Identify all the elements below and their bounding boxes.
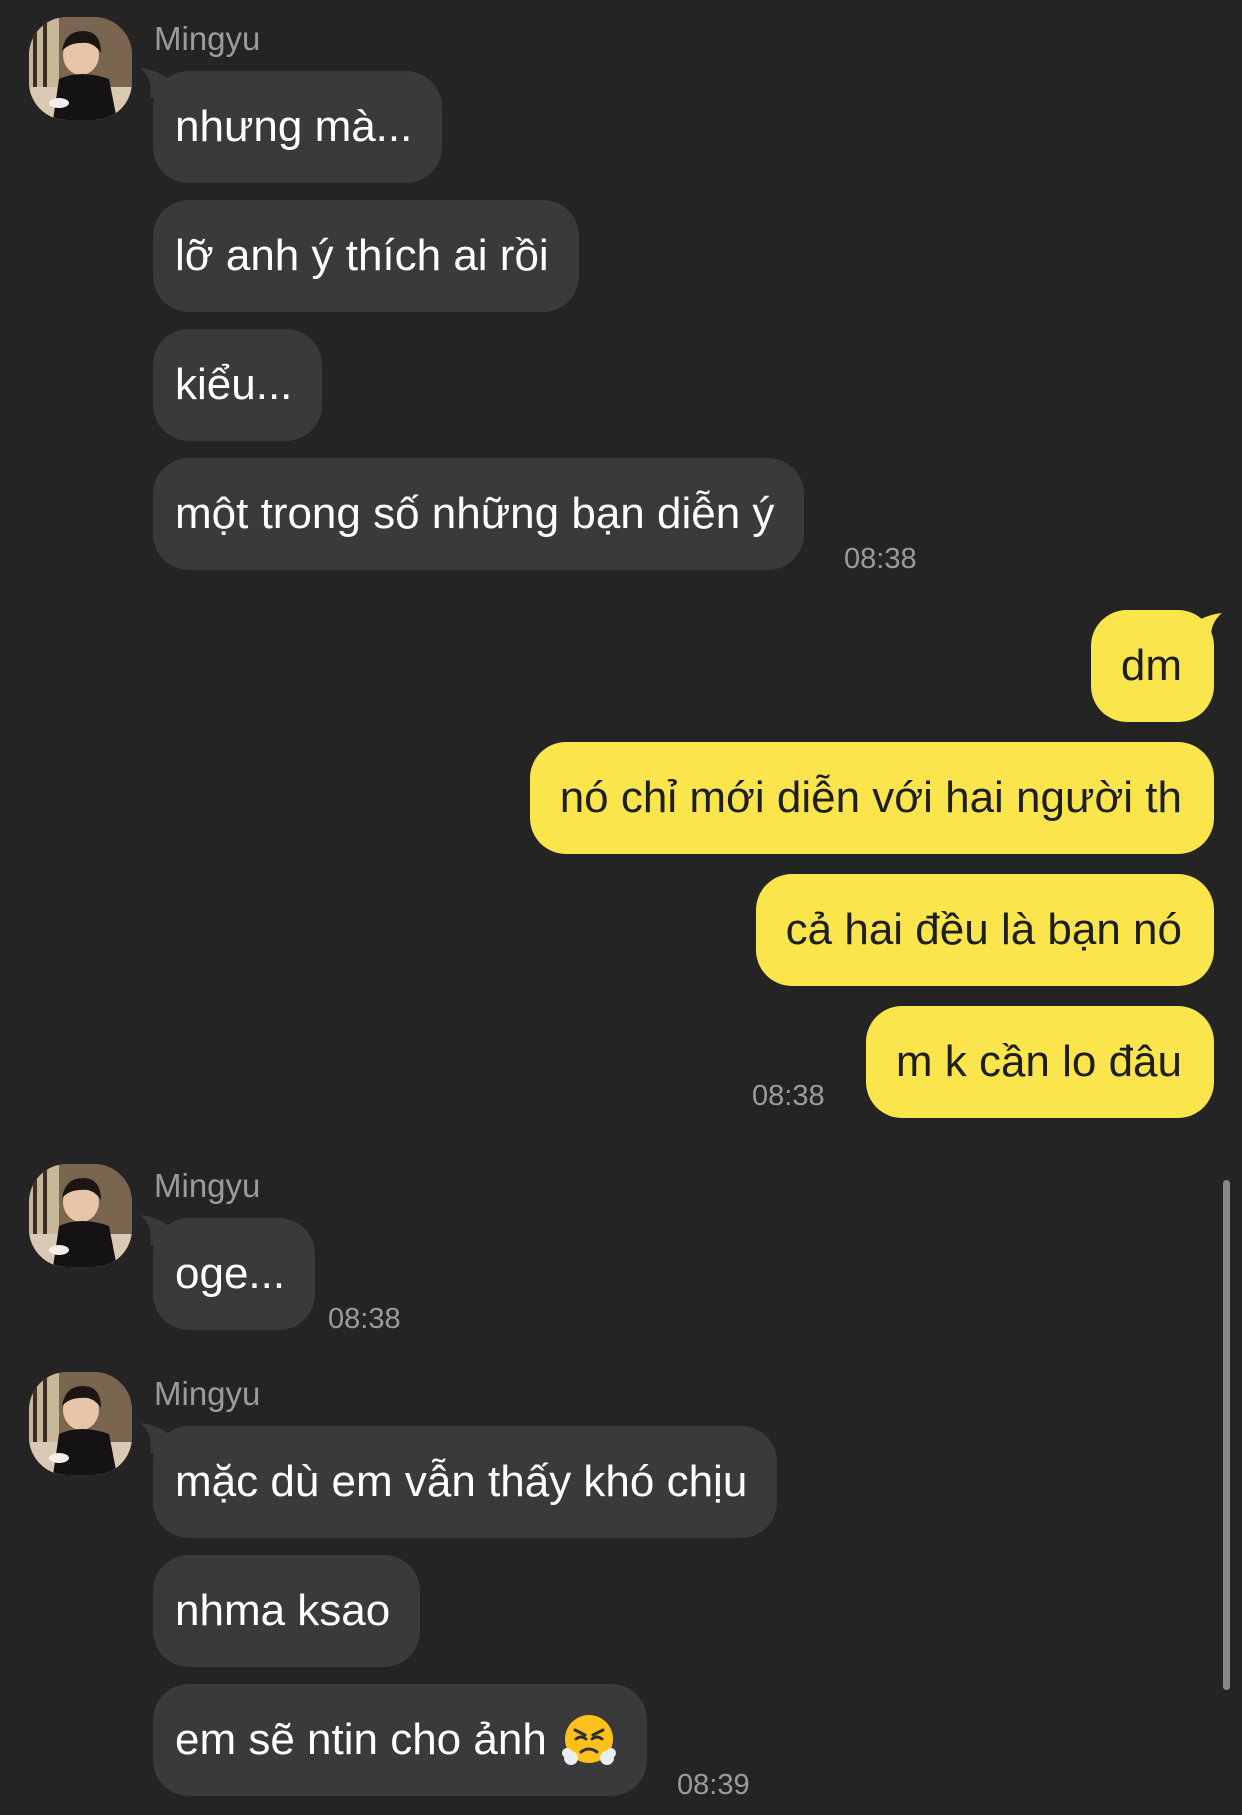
face-with-steam-from-nose-icon [561, 1712, 617, 1768]
message-text: một trong số những bạn diễn ý [175, 489, 775, 538]
profile-photo-icon [29, 1164, 132, 1267]
message-text: lỡ anh ý thích ai rồi [175, 231, 549, 280]
avatar[interactable] [29, 1372, 132, 1475]
sender-name: Mingyu [154, 1167, 261, 1204]
message-time: 08:39 [677, 1769, 750, 1801]
profile-photo-icon [29, 1372, 132, 1475]
message-text: cả hai đều là bạn nó [785, 905, 1182, 954]
scrollbar[interactable] [1223, 1180, 1230, 1690]
avatar[interactable] [29, 1164, 132, 1267]
message-text: dm [1120, 641, 1182, 690]
message-time: 08:38 [752, 1080, 825, 1112]
sender-name: Mingyu [154, 1375, 261, 1412]
message-bubble[interactable]: oge... [153, 1218, 316, 1330]
message-bubble[interactable]: m k cần lo đâu [865, 1006, 1214, 1118]
message-text: mặc dù em vẫn thấy khó chịu [175, 1457, 748, 1506]
message-text: kiểu... [175, 360, 293, 409]
message-text: nhma ksao [175, 1586, 391, 1635]
message-time: 08:38 [328, 1303, 401, 1335]
message-bubble[interactable]: nhưng mà... [153, 71, 443, 183]
message-text: oge... [175, 1249, 286, 1298]
sender-name: Mingyu [154, 20, 261, 57]
message-bubble[interactable]: lỡ anh ý thích ai rồi [153, 200, 579, 312]
message-bubble[interactable]: mặc dù em vẫn thấy khó chịu [153, 1426, 778, 1538]
message-bubble[interactable]: cả hai đều là bạn nó [755, 874, 1214, 986]
message-text: nhưng mà... [175, 102, 413, 151]
message-bubble[interactable]: dm [1090, 610, 1214, 722]
message-bubble[interactable]: nó chỉ mới diễn với hai người th [529, 742, 1214, 854]
message-bubble[interactable]: em sẽ ntin cho ảnh [153, 1684, 647, 1796]
message-text: nó chỉ mới diễn với hai người th [559, 773, 1182, 822]
message-text: m k cần lo đâu [895, 1037, 1182, 1086]
message-bubble[interactable]: kiểu... [153, 329, 323, 441]
profile-photo-icon [29, 17, 132, 120]
message-time: 08:38 [844, 543, 917, 575]
message-bubble[interactable]: nhma ksao [153, 1555, 421, 1667]
avatar[interactable] [29, 17, 132, 120]
message-text: em sẽ ntin cho ảnh [175, 1715, 547, 1764]
message-bubble[interactable]: một trong số những bạn diễn ý [153, 458, 805, 570]
